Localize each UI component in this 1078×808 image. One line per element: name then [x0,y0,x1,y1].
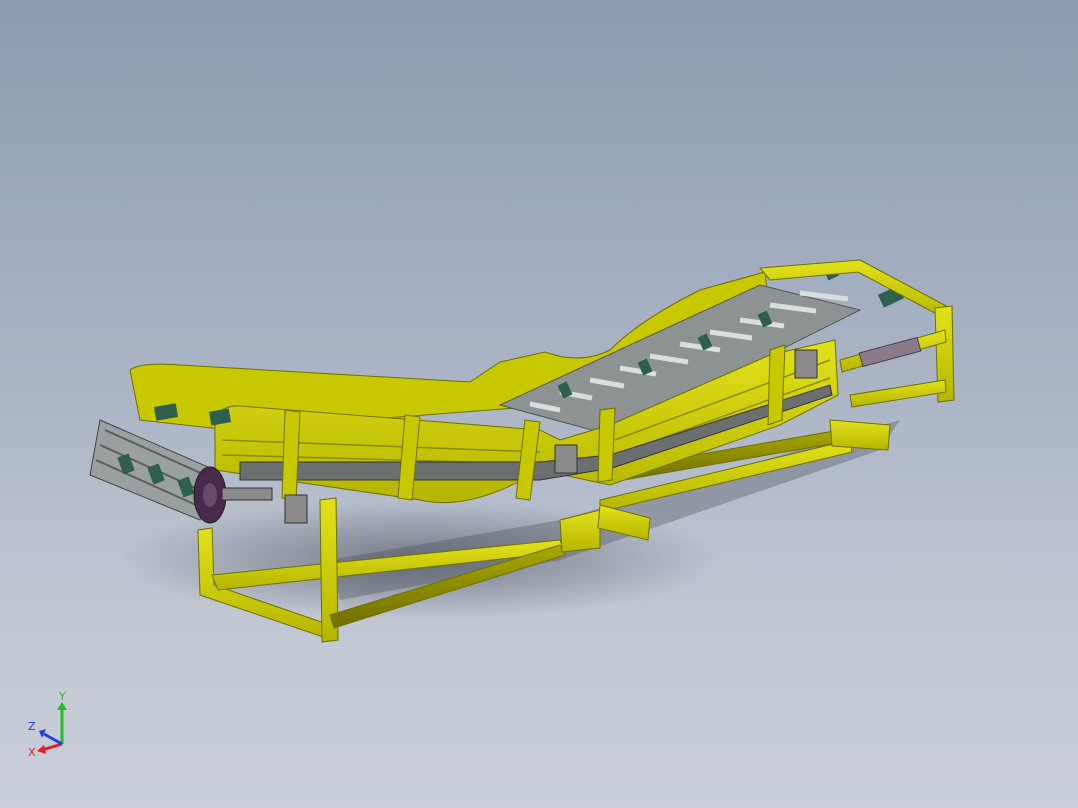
view-orientation-triad[interactable]: Y Z X [22,688,82,758]
y-axis-label: Y [58,690,66,703]
x-axis-label: X [28,746,36,758]
y-axis-arrow [57,702,67,710]
z-axis-label: Z [28,720,36,733]
x-axis-line [41,742,63,752]
z-axis-line [43,732,63,746]
graphics-viewport[interactable]: Y Z X [0,0,1078,808]
conveyor-model[interactable] [0,0,1078,808]
x-axis-arrow [37,745,46,754]
